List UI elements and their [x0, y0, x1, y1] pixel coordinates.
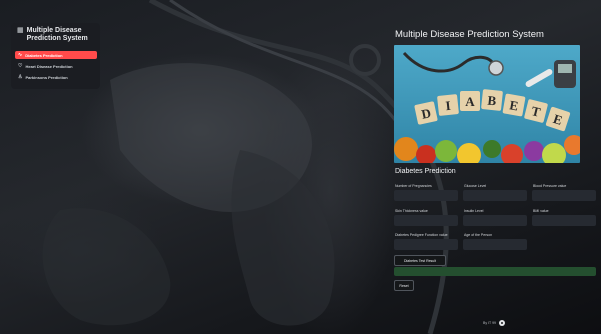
glucose-label: Glucose Level	[464, 184, 487, 188]
sidebar-item-parkinsons[interactable]: ♙ Parkinsons Prediction	[15, 73, 97, 81]
diabetes-test-result-button[interactable]: Diabetes Test Result	[394, 255, 446, 266]
insulin-label: Insulin Level	[464, 209, 484, 213]
section-title: Diabetes Prediction	[395, 168, 456, 175]
github-icon[interactable]	[498, 320, 505, 326]
sidebar-item-label: Heart Disease Prediction	[25, 63, 73, 69]
sidebar: ▦ Multiple Disease Prediction System ∿ D…	[11, 23, 100, 89]
skin-thickness-label: Skin Thickness value	[395, 209, 428, 213]
bmi-label: BMI value	[533, 209, 549, 213]
bmi-input[interactable]	[532, 215, 596, 226]
banner-letter: A	[465, 94, 475, 109]
diabetes-banner-image: D I A B E T E	[394, 45, 580, 163]
pedigree-input[interactable]	[394, 239, 458, 250]
footer: By IT 99	[483, 320, 505, 326]
sidebar-header: ▦ Multiple Disease Prediction System	[17, 27, 99, 43]
person-icon: ♙	[18, 73, 23, 80]
skin-thickness-input[interactable]	[394, 215, 458, 226]
sidebar-item-label: Parkinsons Prediction	[25, 74, 68, 80]
pregnancies-label: Number of Pregnancies	[395, 184, 432, 188]
sidebar-title: Multiple Disease Prediction System	[26, 27, 88, 42]
blood-pressure-input[interactable]	[532, 190, 596, 201]
sidebar-item-diabetes[interactable]: ∿ Diabetes Prediction	[15, 51, 97, 59]
heart-icon: ♡	[18, 62, 23, 69]
sidebar-item-heart[interactable]: ♡ Heart Disease Prediction	[15, 62, 97, 70]
hospital-icon: ▦	[17, 27, 24, 34]
reset-button[interactable]: Reset	[394, 280, 414, 291]
insulin-input[interactable]	[463, 215, 527, 226]
blood-pressure-label: Blood Pressure value	[533, 184, 567, 188]
age-input[interactable]	[463, 239, 527, 250]
glucose-input[interactable]	[463, 190, 527, 201]
footer-text: By IT 99	[483, 321, 496, 325]
age-label: Age of the Person	[464, 233, 493, 237]
sidebar-item-label: Diabetes Prediction	[25, 52, 63, 58]
page-title: Multiple Disease Prediction System	[395, 29, 544, 40]
activity-icon: ∿	[18, 51, 23, 58]
pregnancies-input[interactable]	[394, 190, 458, 201]
result-message	[394, 267, 596, 276]
pedigree-label: Diabetes Pedigree Function value	[395, 233, 448, 237]
